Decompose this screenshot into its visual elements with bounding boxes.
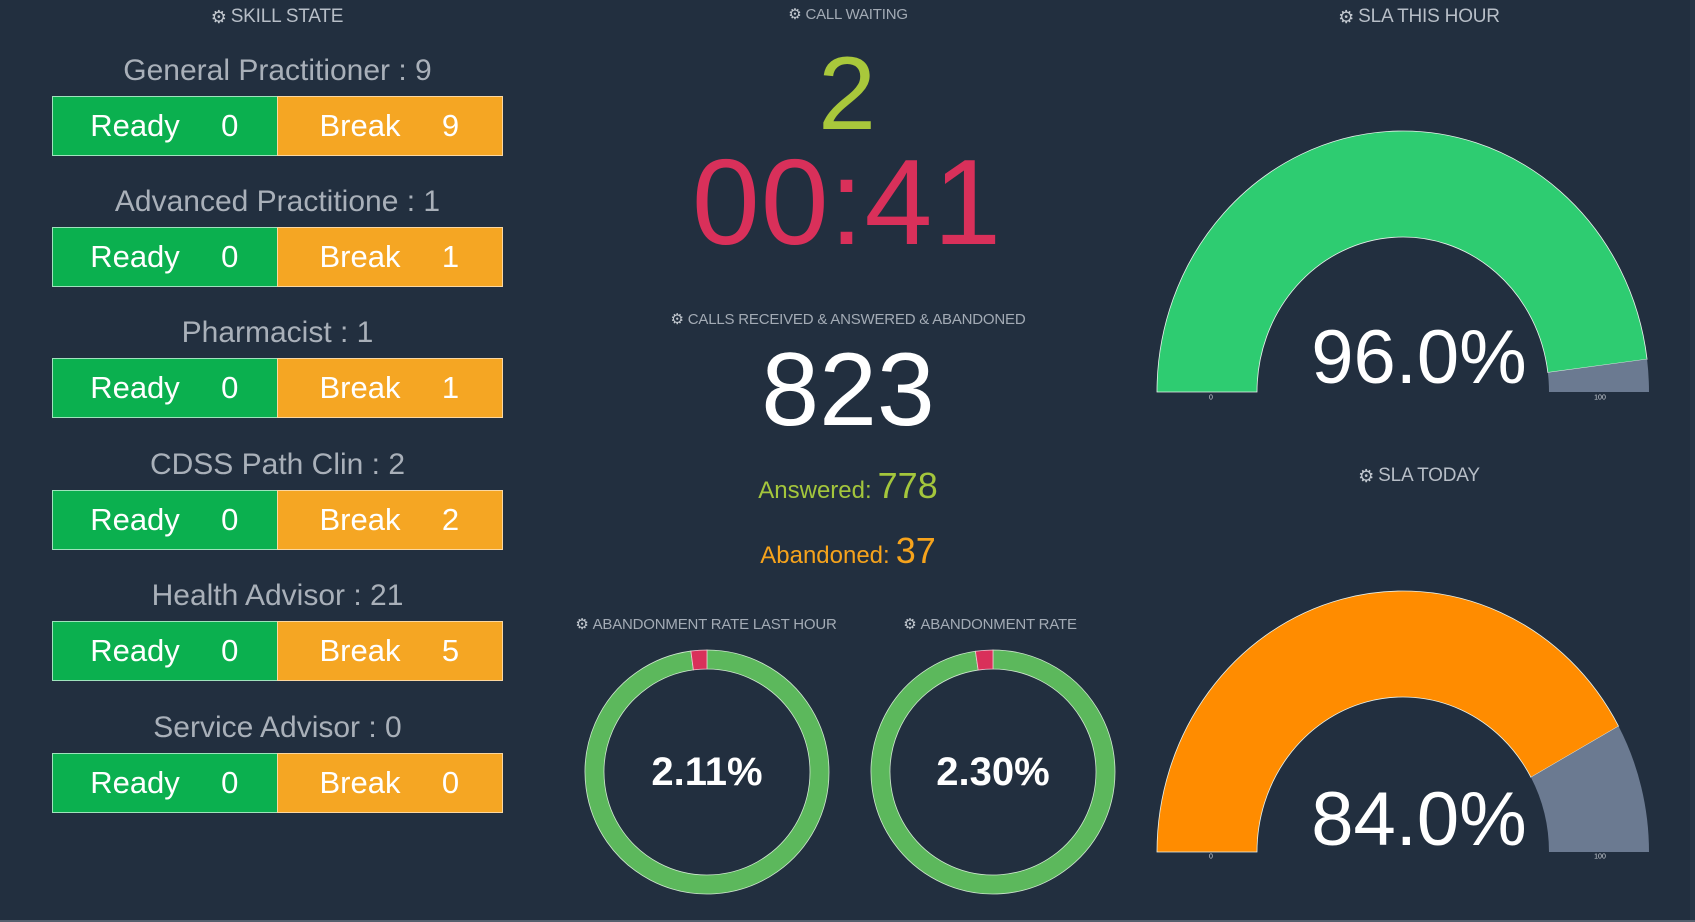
- right-edge-divider: [1690, 0, 1695, 922]
- gear-icon[interactable]: ⚙: [1338, 8, 1354, 26]
- donut-abandoned-slice: [690, 649, 708, 671]
- sla-this-hour-min-label: 0: [1209, 394, 1213, 402]
- sla-today-min-label: 0: [1209, 853, 1213, 861]
- gear-icon[interactable]: ⚙: [1358, 467, 1374, 485]
- donut-abandoned-slice: [974, 649, 994, 671]
- sla-this-hour-header: ⚙ SLA THIS HOUR: [1338, 6, 1500, 28]
- sla-this-hour-value: 96.0%: [1311, 315, 1527, 400]
- abandonment-rate-value: 2.30%: [936, 750, 1050, 794]
- sla-today-header: ⚙ SLA TODAY: [1358, 465, 1480, 487]
- sla-this-hour-title: SLA THIS HOUR: [1358, 6, 1500, 27]
- sla-this-hour-max-label: 100: [1594, 394, 1606, 402]
- abandonment-last-hour-value: 2.11%: [651, 750, 763, 794]
- sla-today-max-label: 100: [1594, 853, 1606, 861]
- sla-today-title: SLA TODAY: [1378, 465, 1480, 486]
- sla-today-value: 84.0%: [1311, 777, 1527, 862]
